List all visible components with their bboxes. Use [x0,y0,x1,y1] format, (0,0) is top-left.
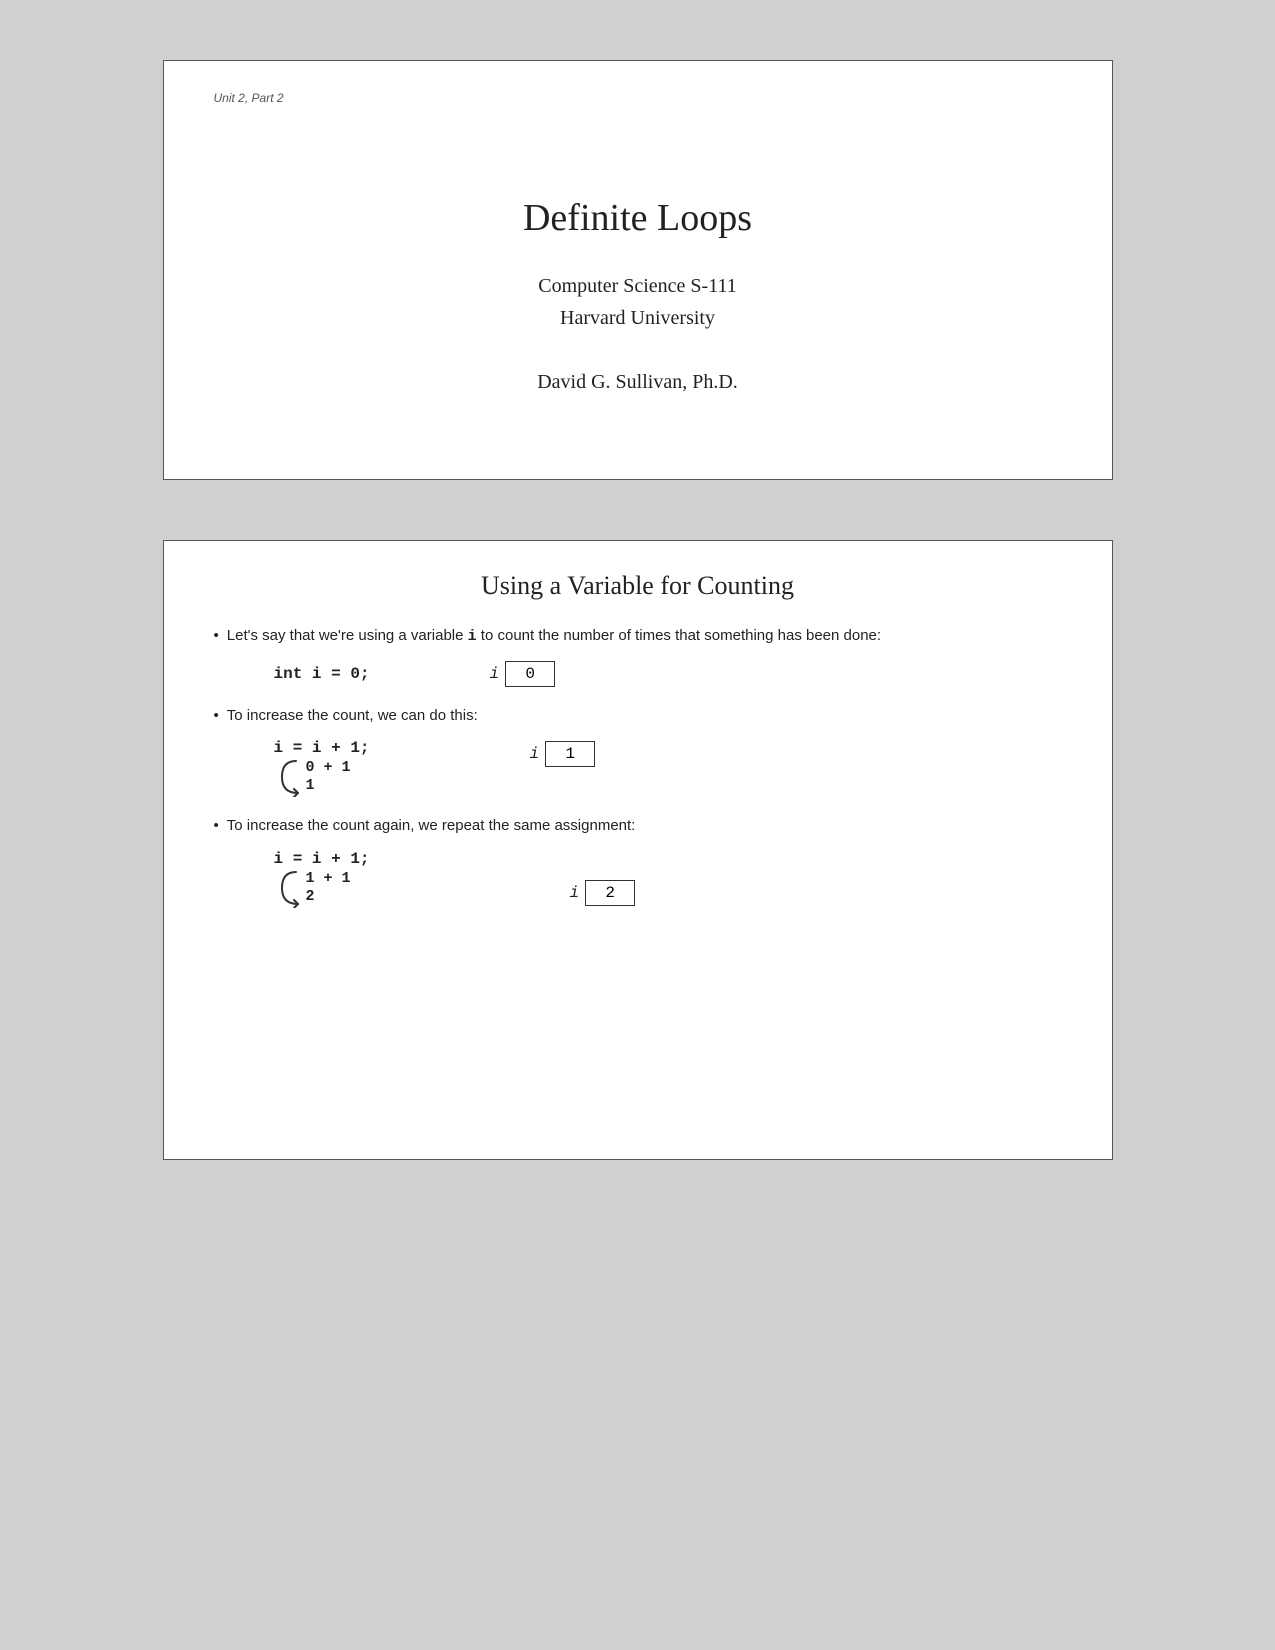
slide-1: Unit 2, Part 2 Definite Loops Computer S… [163,60,1113,480]
curved-arrow-2 [278,870,302,908]
arrow-lines-2: 0 + 1 1 [306,759,351,794]
bullet-item-3: • To increase the count again, we repeat… [214,815,1062,838]
bullet1-text-before: Let's say that we're using a variable [227,627,468,644]
author-name: David G. Sullivan, Ph.D. [537,366,738,398]
var3-value: 2 [605,884,615,902]
var3-box: 2 [585,880,635,906]
var2-label: i [530,745,540,763]
bullet-dot-1: • [214,627,219,644]
code-0-plus-1: 0 + 1 [306,759,351,776]
code-i-plus1-b: i = i + 1; [274,850,370,868]
subtitle-block: Computer Science S-111 Harvard Universit… [537,270,738,398]
main-title: Definite Loops [523,196,752,240]
slide-2: Using a Variable for Counting • Let's sa… [163,540,1113,1160]
var3-label: i [570,884,580,902]
section-group-2: • To increase the count, we can do this:… [214,705,1062,798]
code-i-plus1-a: i = i + 1; [274,739,370,757]
bullet-item-2: • To increase the count, we can do this: [214,705,1062,728]
code-section-3: i = i + 1; 1 + 1 2 [274,850,370,908]
code-int-i-zero: int i = 0; [274,665,370,683]
code-result-1: 1 [306,777,351,794]
section-group-1: • Let's say that we're using a variable … [214,625,1062,687]
var1-box: 0 [505,661,555,687]
var2-value: 1 [565,745,575,763]
var1-value: 0 [525,665,535,683]
bullet-dot-2: • [214,707,219,724]
section-group-3: • To increase the count again, we repeat… [214,815,1062,908]
slide2-title: Using a Variable for Counting [214,571,1062,601]
subtitle-line1: Computer Science S-111 [537,270,738,302]
subtitle-line2: Harvard University [537,302,738,334]
var2-box: 1 [545,741,595,767]
bullet-item-1: • Let's say that we're using a variable … [214,625,1062,649]
bullet1-code: i [468,628,477,645]
bullet-text-2: To increase the count, we can do this: [227,705,478,728]
code-result-2: 2 [306,888,351,905]
bullet1-text-after: to count the number of times that someth… [477,627,881,644]
curved-arrow-1 [278,759,302,797]
bullet-dot-3: • [214,817,219,834]
title-area: Definite Loops Computer Science S-111 Ha… [214,145,1062,449]
code-section-2: i = i + 1; 0 + 1 1 [274,739,370,797]
unit-label: Unit 2, Part 2 [214,91,1062,105]
arrow-lines-3: 1 + 1 2 [306,870,351,905]
code-1-plus-1: 1 + 1 [306,870,351,887]
var1-label: i [490,665,500,683]
bullet-text-1: Let's say that we're using a variable i … [227,625,881,649]
bullet-text-3: To increase the count again, we repeat t… [227,815,636,838]
